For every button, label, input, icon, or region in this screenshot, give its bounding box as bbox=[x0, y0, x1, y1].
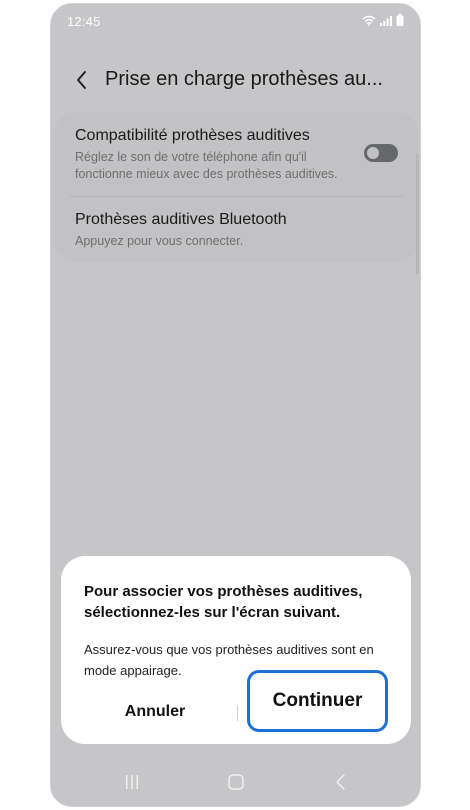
setting-bluetooth-hearing-aids[interactable]: Prothèses auditives Bluetooth Appuyez po… bbox=[75, 210, 398, 250]
pairing-dialog: Pour associer vos prothèses auditives, s… bbox=[61, 556, 411, 744]
continue-button[interactable]: Continuer bbox=[247, 670, 388, 732]
back-icon[interactable] bbox=[329, 772, 353, 792]
phone-screen: 12:45 Prise en charge prothèses au... Co… bbox=[50, 3, 421, 807]
row-divider bbox=[70, 196, 403, 197]
signal-icon bbox=[380, 15, 392, 26]
setting-title: Prothèses auditives Bluetooth bbox=[75, 211, 287, 228]
dialog-title: Pour associer vos prothèses auditives, s… bbox=[84, 583, 363, 621]
navigation-bar bbox=[51, 758, 420, 806]
app-header: Prise en charge prothèses au... bbox=[51, 60, 420, 100]
battery-icon bbox=[396, 14, 404, 26]
setting-description: Appuyez pour vous connecter. bbox=[75, 234, 244, 248]
compatibility-toggle[interactable] bbox=[364, 144, 398, 162]
cancel-button[interactable]: Annuler bbox=[95, 692, 215, 732]
status-icons bbox=[362, 14, 404, 26]
status-bar: 12:45 bbox=[51, 4, 420, 38]
wifi-icon bbox=[362, 15, 376, 26]
setting-description: Réglez le son de votre téléphone afin qu… bbox=[75, 150, 338, 181]
settings-card: Compatibilité prothèses auditives Réglez… bbox=[55, 112, 418, 262]
status-time: 12:45 bbox=[67, 14, 101, 29]
button-divider bbox=[237, 705, 238, 721]
page-title: Prise en charge prothèses au... bbox=[105, 68, 383, 90]
toggle-knob bbox=[367, 147, 379, 159]
setting-title: Compatibilité prothèses auditives bbox=[75, 127, 310, 144]
setting-hearing-aid-compatibility[interactable]: Compatibilité prothèses auditives Réglez… bbox=[75, 126, 398, 183]
home-icon[interactable] bbox=[224, 772, 248, 792]
scroll-indicator[interactable] bbox=[416, 154, 419, 274]
recent-apps-icon[interactable] bbox=[120, 772, 144, 792]
chevron-left-icon[interactable] bbox=[69, 67, 95, 93]
